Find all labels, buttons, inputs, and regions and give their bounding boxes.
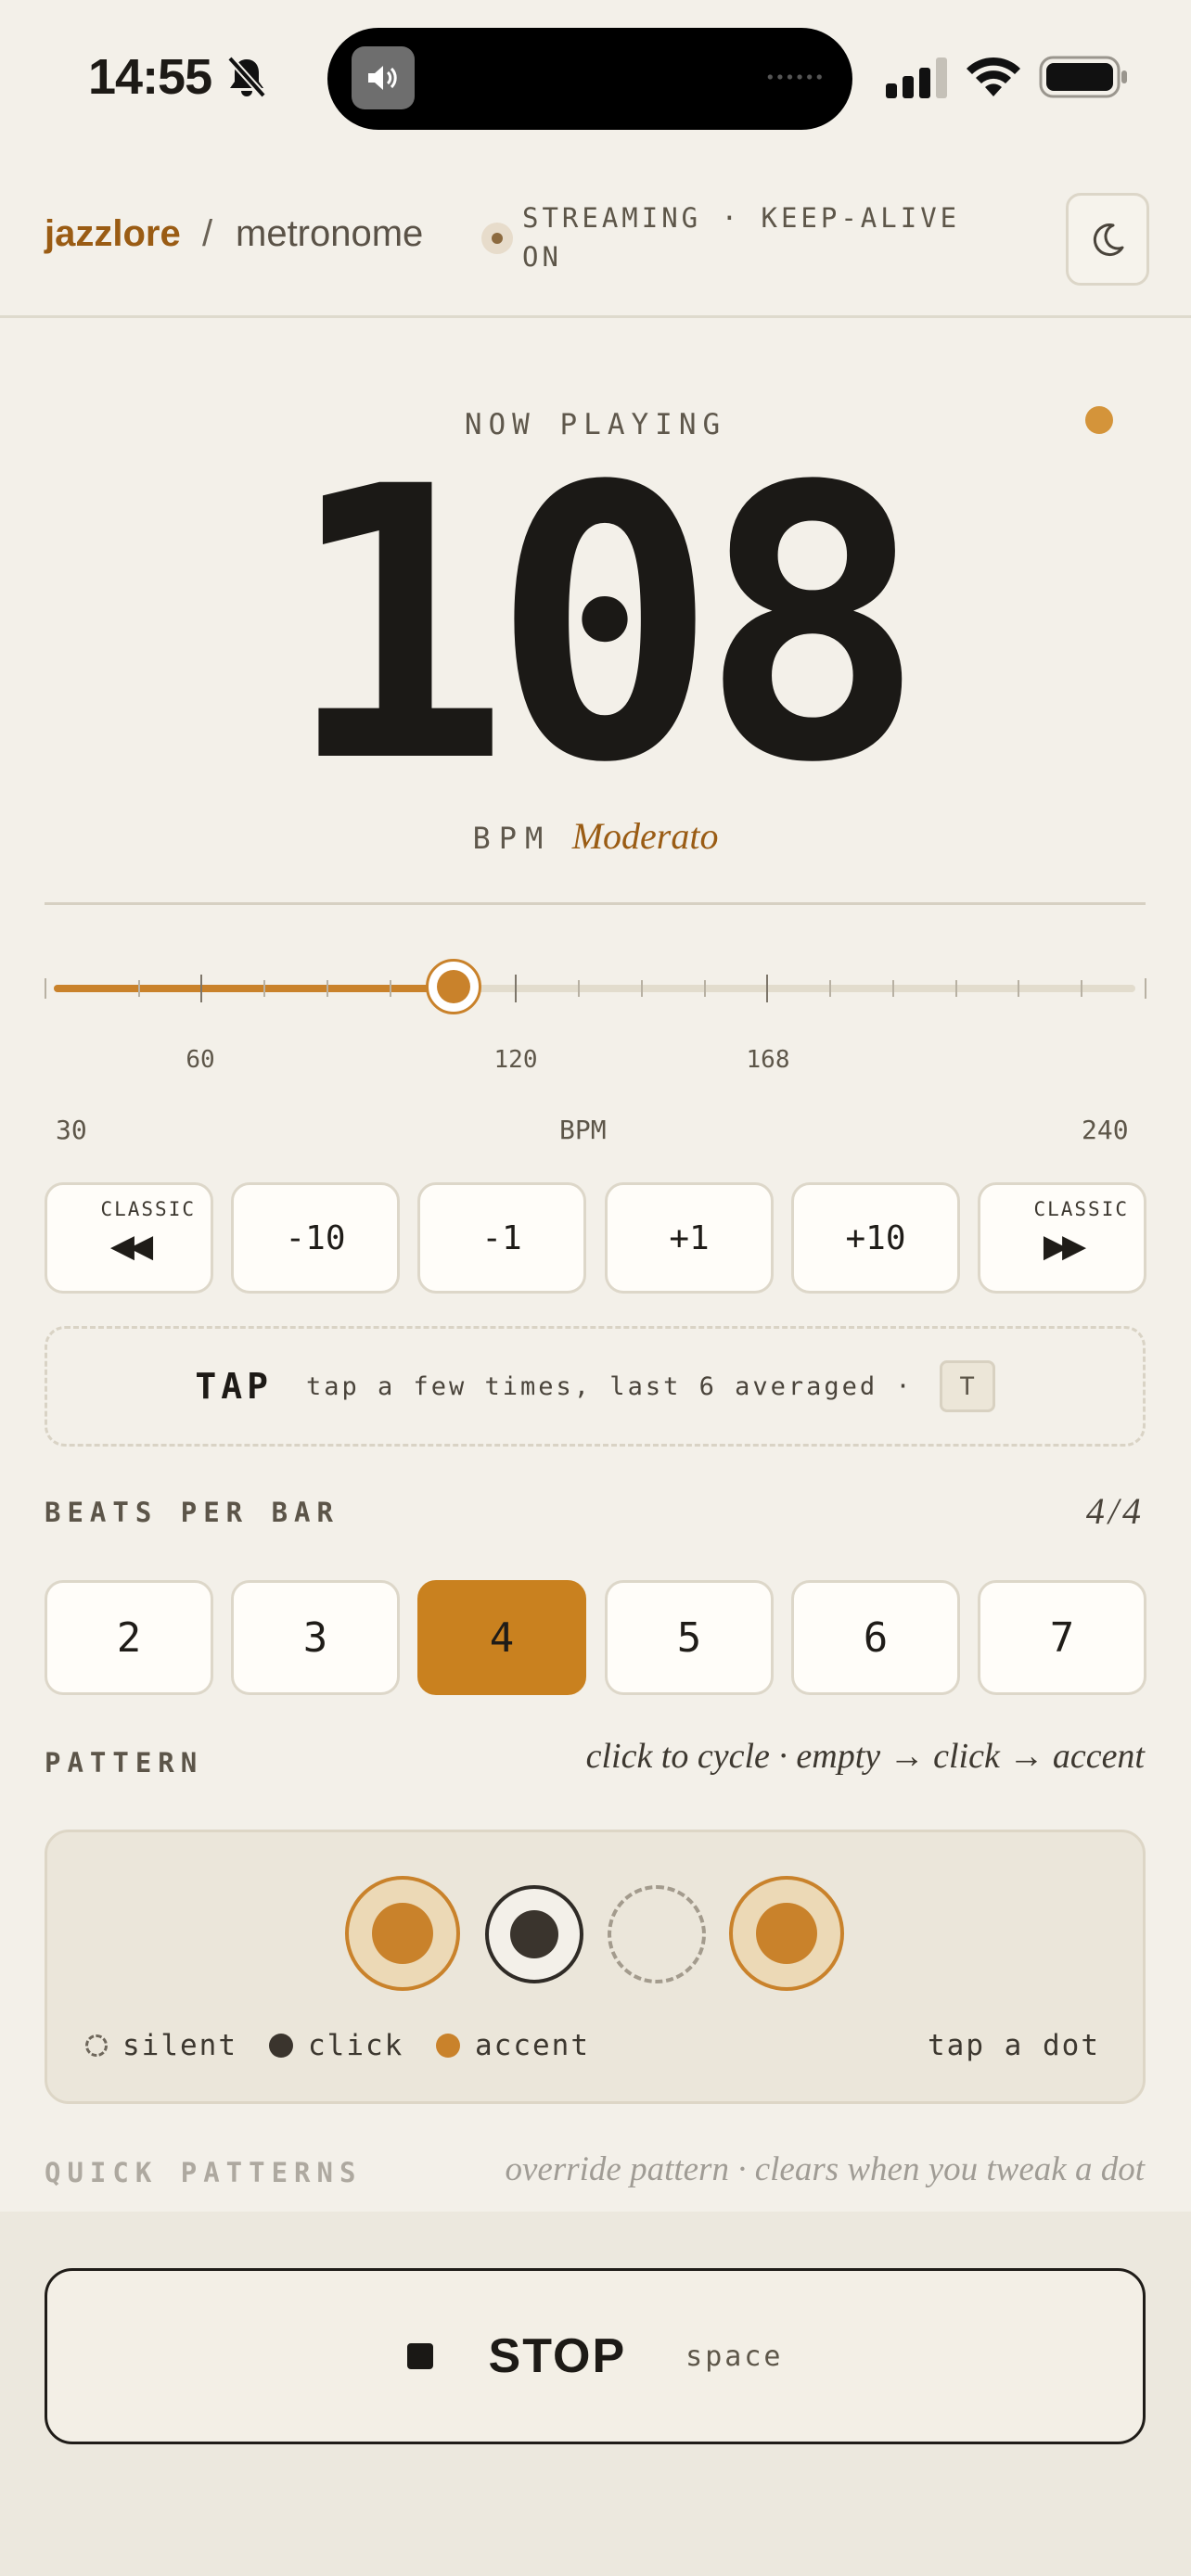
legend-silent: silent xyxy=(85,2029,237,2062)
pattern-label: PATTERN xyxy=(45,1747,204,1779)
slider-min-label: 30 xyxy=(56,1115,87,1145)
plus-1-button[interactable]: +1 xyxy=(605,1182,774,1294)
slider-tick xyxy=(515,975,518,1002)
tap-label: TAP xyxy=(195,1366,273,1407)
stream-status-icon xyxy=(481,223,513,254)
click-dot-icon xyxy=(269,2034,293,2058)
legend-click-label: click xyxy=(308,2029,404,2062)
pattern-tap-hint: tap a dot xyxy=(928,2029,1100,2062)
brand-link[interactable]: jazzlore xyxy=(45,213,181,255)
page-title: metronome xyxy=(236,213,424,254)
dynamic-island xyxy=(327,28,852,130)
pattern-beat-1-accent[interactable] xyxy=(345,1876,460,1991)
plus-10-button[interactable]: +10 xyxy=(791,1182,960,1294)
beats-option-3[interactable]: 3 xyxy=(231,1580,400,1695)
beats-option-7[interactable]: 7 xyxy=(978,1580,1146,1695)
slider-tick xyxy=(640,980,643,997)
bpm-unit-label: BPM xyxy=(472,821,552,856)
stream-status-text: STREAMING · KEEP-ALIVE ON xyxy=(522,202,961,273)
minus-10-button[interactable]: -10 xyxy=(231,1182,400,1294)
classic-next-label: CLASSIC xyxy=(1033,1198,1129,1220)
slider-track[interactable] xyxy=(54,985,1135,992)
theme-toggle-button[interactable] xyxy=(1066,193,1149,286)
stop-shortcut: space xyxy=(685,2340,784,2373)
status-clock: 14:55 xyxy=(88,49,212,105)
tap-tempo-button[interactable]: TAP tap a few times, last 6 averaged · T xyxy=(45,1326,1146,1447)
stop-icon xyxy=(406,2343,433,2369)
classic-prev-button[interactable]: CLASSIC ◀◀ xyxy=(45,1182,213,1294)
classic-prev-label: CLASSIC xyxy=(100,1198,196,1220)
wifi-icon xyxy=(967,57,1020,96)
accent-dot-icon xyxy=(436,2034,460,2058)
pattern-hint: click to cycle · empty → click → accent xyxy=(585,1737,1145,1776)
fast-forward-icon: ▶▶ xyxy=(1043,1229,1086,1264)
legend-accent: accent xyxy=(436,2029,590,2062)
slider-tick xyxy=(1081,980,1083,997)
slider-tick xyxy=(389,980,391,997)
slider-tick-label: 60 xyxy=(186,1046,215,1074)
tap-hint: tap a few times, last 6 averaged · xyxy=(305,1371,914,1401)
slider-mid-label: BPM xyxy=(559,1115,607,1145)
pattern-beat-2-click[interactable] xyxy=(485,1885,583,1983)
beats-option-5[interactable]: 5 xyxy=(605,1580,774,1695)
slider-tick xyxy=(766,975,769,1002)
legend-click: click xyxy=(269,2029,403,2062)
slider-thumb[interactable] xyxy=(425,959,481,1014)
slider-tick-label: 120 xyxy=(493,1046,538,1074)
classic-next-button[interactable]: CLASSIC ▶▶ xyxy=(978,1182,1146,1294)
breadcrumb-separator: / xyxy=(202,213,213,254)
slider-tick xyxy=(954,980,957,997)
slider-tick xyxy=(703,980,706,997)
quick-patterns-label: QUICK PATTERNS xyxy=(45,2157,363,2188)
slider-tick xyxy=(137,980,140,997)
tap-shortcut-key: T xyxy=(939,1360,995,1412)
quick-patterns-hint: override pattern · clears when you tweak… xyxy=(505,2150,1145,2188)
time-signature: 4/4 xyxy=(1085,1490,1145,1532)
rewind-icon: ◀◀ xyxy=(109,1229,153,1264)
legend-accent-label: accent xyxy=(475,2029,590,2062)
bpm-display: 108 xyxy=(284,407,926,845)
slider-tick xyxy=(1018,980,1020,997)
slider-tick xyxy=(829,980,832,997)
beat-indicator-dot xyxy=(1085,406,1113,434)
stop-button[interactable]: STOP space xyxy=(45,2268,1146,2444)
minus-1-button[interactable]: -1 xyxy=(417,1182,586,1294)
speaker-icon xyxy=(352,46,415,109)
battery-icon xyxy=(1039,56,1127,98)
beats-option-6[interactable]: 6 xyxy=(791,1580,960,1695)
slider-tick xyxy=(326,980,328,997)
slider-tick xyxy=(200,975,203,1002)
slider-edge-right xyxy=(1145,978,1146,999)
bell-muted-icon xyxy=(227,56,266,98)
stop-label: STOP xyxy=(488,2329,627,2383)
header-divider xyxy=(0,315,1191,318)
slider-tick xyxy=(578,980,581,997)
beats-option-2[interactable]: 2 xyxy=(45,1580,213,1695)
tempo-line: BPM Moderato xyxy=(0,814,1191,858)
cellular-signal-icon xyxy=(886,57,947,98)
legend-silent-label: silent xyxy=(122,2029,237,2062)
slider-tick-label: 168 xyxy=(746,1046,790,1074)
slider-max-label: 240 xyxy=(1082,1115,1129,1145)
pattern-panel xyxy=(45,1830,1146,2104)
island-activity-dots xyxy=(765,74,825,80)
section-divider xyxy=(45,902,1146,905)
beats-option-4[interactable]: 4 xyxy=(417,1580,586,1695)
pattern-beat-4-accent[interactable] xyxy=(729,1876,844,1991)
slider-tick xyxy=(263,980,266,997)
pattern-beat-3-silent[interactable] xyxy=(608,1885,706,1983)
slider-edge-left xyxy=(45,978,46,999)
beats-per-bar-label: BEATS PER BAR xyxy=(45,1497,339,1528)
silent-dot-icon xyxy=(85,2034,108,2057)
moon-icon xyxy=(1093,223,1124,257)
slider-tick xyxy=(891,980,894,997)
slider-fill xyxy=(54,985,454,992)
tempo-marking: Moderato xyxy=(571,815,719,857)
